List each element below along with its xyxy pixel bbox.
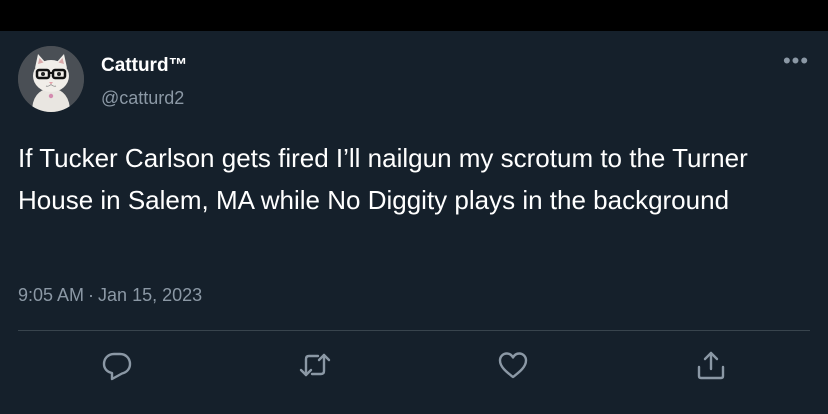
timestamp-separator: ·	[88, 285, 95, 305]
author-handle[interactable]: @catturd2	[101, 87, 184, 109]
reply-icon	[102, 352, 132, 381]
author-display-name[interactable]: Catturd™	[101, 55, 188, 77]
divider	[18, 330, 810, 331]
share-icon	[697, 351, 725, 380]
retweet-icon	[299, 353, 331, 377]
reply-button[interactable]	[100, 348, 134, 382]
tweet-timestamp[interactable]: 9:05 AM · Jan 15, 2023	[18, 284, 202, 306]
more-icon[interactable]: •••	[776, 50, 816, 75]
tweet-date: Jan 15, 2023	[98, 285, 203, 305]
tweet-time: 9:05 AM	[18, 285, 85, 305]
like-button[interactable]	[496, 348, 530, 382]
status-bar	[0, 0, 828, 31]
tweet-text: If Tucker Carlson gets fired I’ll nailgu…	[18, 143, 748, 215]
heart-icon	[498, 352, 528, 379]
tweet-card: Catturd™ @catturd2 ••• If Tucker Carlson…	[0, 31, 828, 414]
cat-with-glasses-avatar-icon	[18, 46, 84, 112]
share-button[interactable]	[694, 348, 728, 382]
retweet-button[interactable]	[298, 348, 332, 382]
avatar[interactable]	[18, 46, 84, 112]
